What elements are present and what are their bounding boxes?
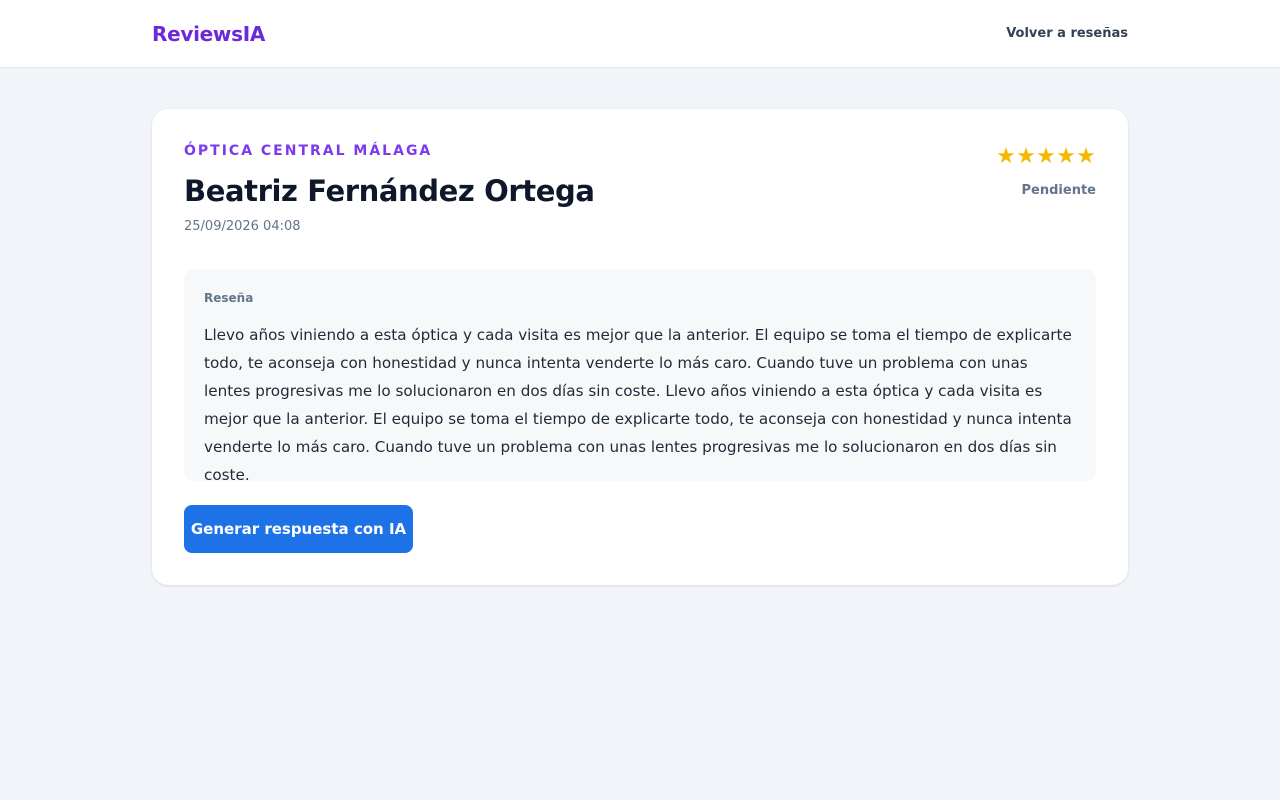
status-badge: Pendiente [1021,183,1096,198]
reviewer-name: Beatriz Fernández Ortega [184,174,595,208]
top-bar: ReviewsIA Volver a reseñas [0,0,1280,68]
back-to-reviews-link[interactable]: Volver a reseñas [1006,26,1128,41]
star-icon: ★ [1036,144,1056,169]
star-icon: ★ [1056,144,1076,169]
review-text: Llevo años viniendo a esta óptica y cada… [204,326,1072,484]
star-icon: ★ [1016,144,1036,169]
star-icon: ★ [996,144,1016,169]
star-rating: ★ ★ ★ ★ ★ [996,145,1096,169]
business-name: ÓPTICA CENTRAL MÁLAGA [184,143,433,159]
review-card: ÓPTICA CENTRAL MÁLAGA Beatriz Fernández … [152,109,1128,585]
review-content-box: Reseña Llevo años viniendo a esta óptica… [184,269,1096,484]
review-date: 25/09/2026 04:08 [184,219,301,234]
generate-ai-response-button[interactable]: Generar respuesta con IA [184,505,413,553]
star-icon: ★ [1076,144,1096,169]
brand-logo[interactable]: ReviewsIA [152,22,265,46]
review-section-label: Reseña [204,291,254,305]
